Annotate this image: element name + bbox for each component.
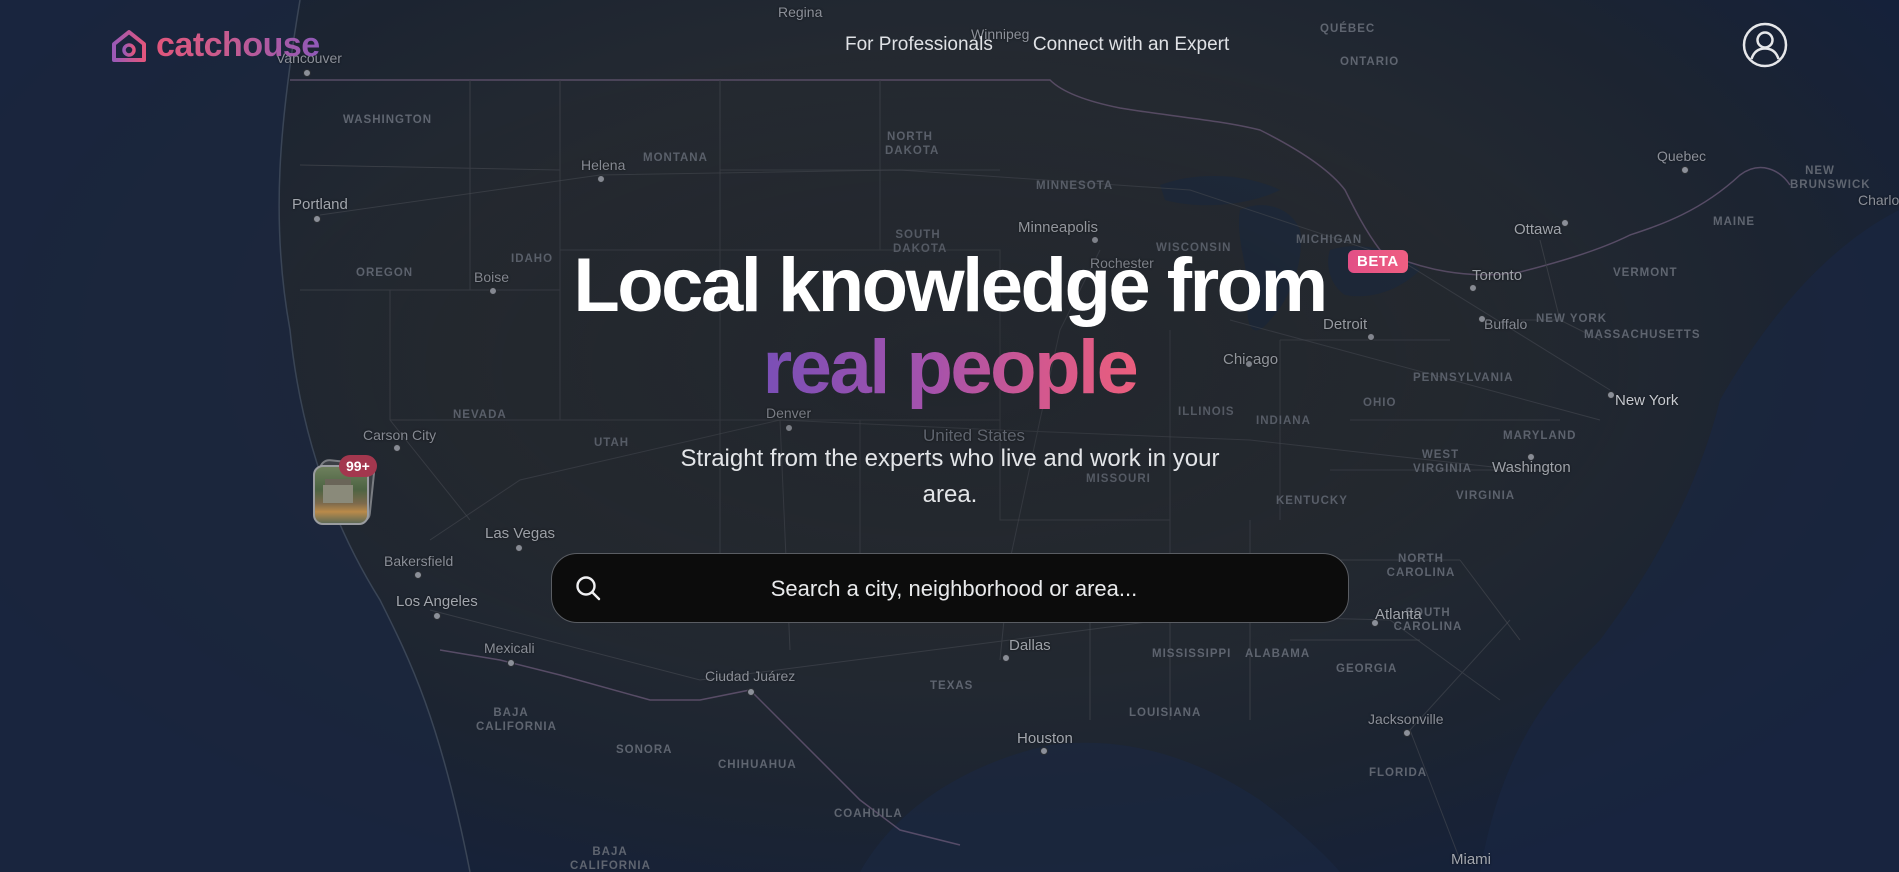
map-city-label: Mexicali — [484, 640, 535, 656]
map-city-label: Miami — [1451, 851, 1491, 868]
map-city-dot — [393, 444, 401, 452]
map-city-label: Las Vegas — [485, 525, 556, 542]
map-city-label: Helena — [581, 157, 626, 173]
map-region-label: LOUISIANA — [1129, 707, 1202, 719]
search-input[interactable] — [612, 554, 1296, 624]
page: QUÉBEC ONTARIO WASHINGTON MONTANA NORTH … — [0, 0, 1899, 872]
map-region-label: MONTANA — [643, 152, 708, 164]
hero-title-line2: real people — [762, 325, 1139, 410]
map-region-label: NORTH CAROLINA — [1386, 553, 1456, 579]
map-city-dot — [1561, 219, 1569, 227]
map-city-dot — [515, 544, 523, 552]
map-city-label: Charlo — [1858, 192, 1899, 208]
map-city-label: Carson City — [363, 427, 437, 443]
account-icon[interactable] — [1742, 22, 1788, 68]
map-region-label: SONORA — [616, 744, 673, 756]
map-city-dot — [747, 688, 755, 696]
map-region-label: GEORGIA — [1336, 663, 1398, 675]
map-region-label: CHIHUAHUA — [718, 759, 797, 771]
map-region-label: VIRGINIA — [1456, 490, 1516, 502]
map-city-label: Portland — [292, 196, 348, 213]
map-region-label: MAINE — [1713, 216, 1756, 228]
map-city-dot — [1527, 453, 1535, 461]
map-region-label: MISSISSIPPI — [1152, 648, 1232, 660]
map-region-label: KENTUCKY — [1276, 495, 1348, 507]
map-background[interactable]: QUÉBEC ONTARIO WASHINGTON MONTANA NORTH … — [0, 0, 1899, 872]
map-region-label: FLORIDA — [1369, 767, 1428, 779]
map-city-label: Atlanta — [1375, 606, 1422, 623]
nav-connect-with-expert[interactable]: Connect with an Expert — [1033, 34, 1229, 56]
map-region-label: NEW BRUNSWICK — [1790, 165, 1871, 191]
map-city-dot — [1681, 166, 1689, 174]
house-logo-icon — [112, 29, 146, 62]
hero-subtitle: Straight from the experts who live and w… — [680, 445, 1220, 508]
main-nav: For Professionals Connect with an Expert — [845, 34, 1229, 56]
search-icon — [576, 576, 601, 601]
search-bar[interactable] — [551, 553, 1349, 624]
map-region-label: BAJA CALIFORNIA SUR — [570, 846, 651, 872]
marker-count-badge: 99+ — [339, 455, 377, 477]
nav-for-professionals[interactable]: For Professionals — [845, 34, 993, 56]
beta-badge: BETA — [1348, 250, 1408, 273]
map-city-label: Los Angeles — [396, 593, 478, 610]
map-city-label: Ciudad Juárez — [705, 668, 796, 684]
map-listing-cluster-marker[interactable]: 99+ — [313, 455, 377, 525]
map-city-label: Quebec — [1657, 148, 1707, 164]
map-city-label: Washington — [1492, 459, 1571, 476]
map-region-label: TEXAS — [930, 680, 974, 692]
map-city-dot — [1403, 729, 1411, 737]
map-city-label: Houston — [1017, 730, 1073, 747]
map-city-dot — [1040, 747, 1048, 755]
map-region-label: MARYLAND — [1503, 430, 1577, 442]
hero-title-line1: Local knowledge from — [573, 243, 1328, 328]
map-region-label: WASHINGTON — [343, 114, 433, 126]
map-region-label: MINNESOTA — [1036, 180, 1114, 192]
map-city-label: Minneapolis — [1018, 219, 1099, 236]
map-city-dot — [1002, 654, 1010, 662]
map-city-label: Ottawa — [1514, 221, 1562, 238]
map-region-label: COAHUILA — [834, 808, 903, 820]
map-region-label: NEVADA — [453, 409, 507, 421]
map-city-dot — [414, 571, 422, 579]
logo-wordmark: catchouse — [156, 26, 320, 64]
top-navigation-bar: catchouse For Professionals Connect with… — [0, 0, 1899, 92]
map-city-dot — [313, 215, 321, 223]
map-city-dot — [597, 175, 605, 183]
map-city-label: Bakersfield — [384, 553, 454, 569]
map-region-label: INDIANA — [1256, 415, 1311, 427]
map-region-label: NORTH DAKOTA — [885, 131, 940, 157]
map-region-label: UTAH — [594, 437, 630, 449]
map-city-dot — [1371, 619, 1379, 627]
map-region-label: ALABAMA — [1245, 648, 1311, 660]
map-city-label: Jacksonville — [1368, 711, 1444, 727]
map-city-dot — [785, 424, 793, 432]
catchouse-logo[interactable]: catchouse — [110, 26, 320, 65]
map-city-dot — [507, 659, 515, 667]
map-region-label: WEST VIRGINIA — [1413, 449, 1473, 475]
hero-title: Local knowledge from real people — [0, 245, 1899, 409]
map-city-label: Dallas — [1009, 637, 1051, 654]
map-region-label: BAJA CALIFORNIA — [476, 707, 557, 733]
map-city-dot — [433, 612, 441, 620]
